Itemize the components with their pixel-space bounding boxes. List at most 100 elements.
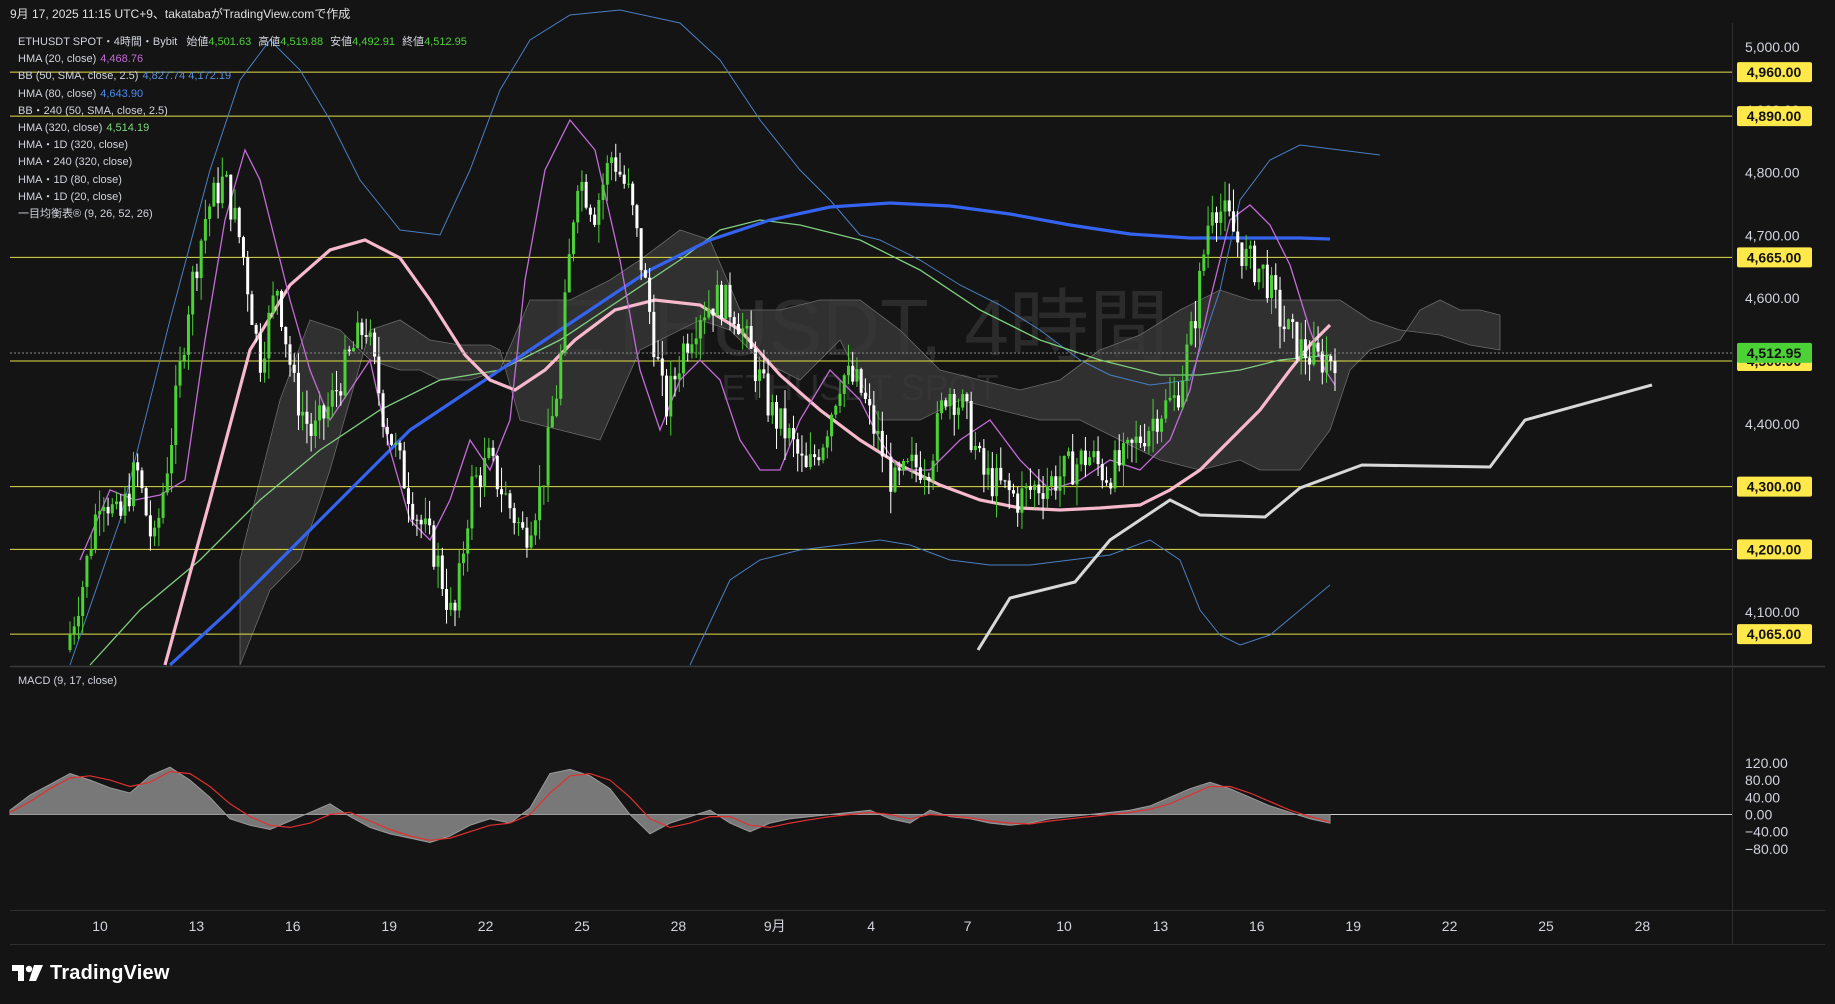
candle-down xyxy=(665,375,669,417)
indicator-label: HMA (80, close) xyxy=(18,87,97,100)
candle-up xyxy=(605,163,609,185)
candle-down xyxy=(1083,450,1087,466)
candle-up xyxy=(758,369,762,381)
candle-down xyxy=(144,488,148,516)
candle-up xyxy=(174,385,178,446)
legend-indicator-row[interactable]: HMA (80, close) 4,643.90 xyxy=(18,86,467,103)
candle-down xyxy=(1041,493,1045,499)
legend-indicator-row[interactable]: HMA (20, close) 4,468.76 xyxy=(18,51,467,68)
time-tick-label: 9月 xyxy=(764,918,786,934)
indicator-label: HMA (320, close) xyxy=(18,122,103,135)
candle-down xyxy=(1320,351,1324,373)
candle-down xyxy=(1227,200,1231,212)
candle-down xyxy=(1028,485,1032,490)
legend-indicator-row[interactable]: HMA・1D (320, close) xyxy=(18,137,467,154)
time-tick-label: 4 xyxy=(867,918,875,934)
candle-down xyxy=(1143,443,1147,447)
candle-up xyxy=(76,616,80,627)
candle-down xyxy=(106,506,110,514)
legend-indicator-row[interactable]: HMA・1D (20, close) xyxy=(18,189,467,206)
legend-indicator-row[interactable]: HMA・240 (320, close) xyxy=(18,154,467,171)
price-tick-label: 4,600.00 xyxy=(1745,290,1800,306)
candle-down xyxy=(364,335,368,337)
candle-down xyxy=(381,393,385,427)
candle-up xyxy=(1058,476,1062,491)
candle-down xyxy=(241,237,245,258)
candle-down xyxy=(791,428,795,440)
candle-up xyxy=(940,400,944,414)
candle-down xyxy=(1105,480,1109,483)
candle-up xyxy=(995,467,999,497)
candle-down xyxy=(588,207,592,215)
macd-legend-label[interactable]: MACD (9, 17, close) xyxy=(18,675,117,687)
candle-down xyxy=(335,390,339,392)
tradingview-brand[interactable]: TradingView xyxy=(12,962,170,985)
candle-up xyxy=(563,292,567,353)
candle-up xyxy=(461,553,465,564)
candle-up xyxy=(504,493,508,495)
candle-up xyxy=(423,518,427,525)
candle-up xyxy=(102,506,106,512)
candle-down xyxy=(813,454,817,458)
tradingview-logo-icon xyxy=(12,964,43,981)
candle-up xyxy=(1147,430,1151,447)
candle-up xyxy=(1172,395,1176,398)
price-tick-label: 4,400.00 xyxy=(1745,416,1800,432)
candle-up xyxy=(698,320,702,339)
candle-down xyxy=(631,183,635,206)
candle-down xyxy=(880,430,884,457)
candle-down xyxy=(140,470,144,489)
candle-up xyxy=(1050,476,1054,486)
candle-up xyxy=(115,501,119,505)
candle-down xyxy=(1291,319,1295,322)
candle-up xyxy=(1168,397,1172,401)
candle-up xyxy=(834,405,838,415)
candle-down xyxy=(360,322,364,336)
candle-down xyxy=(1100,464,1104,481)
candle-down xyxy=(1109,482,1113,489)
candle-up xyxy=(842,375,846,394)
legend-indicator-row[interactable]: BB (50, SMA, close, 2.5) 4,827.74 4,172.1… xyxy=(18,68,467,85)
candle-down xyxy=(1193,321,1197,329)
candle-up xyxy=(1181,380,1185,408)
indicator-legend: ETHUSDT SPOT・4時間・Bybit 始値4,501.63 高値4,51… xyxy=(18,34,467,223)
candle-down xyxy=(762,369,766,374)
candle-down xyxy=(195,271,199,279)
candle-up xyxy=(110,504,114,514)
candle-up xyxy=(516,522,520,524)
candle-down xyxy=(508,493,512,509)
candle-down xyxy=(885,456,889,458)
ohlc-row: ETHUSDT SPOT・4時間・Bybit 始値4,501.63 高値4,51… xyxy=(18,34,467,51)
candle-down xyxy=(982,448,986,475)
time-tick-label: 10 xyxy=(92,918,108,934)
candle-down xyxy=(1138,436,1142,444)
candle-down xyxy=(1071,451,1075,485)
macd-tick-label: 40.00 xyxy=(1745,789,1780,805)
candle-up xyxy=(98,511,102,515)
candle-up xyxy=(191,271,195,315)
candle-down xyxy=(1282,326,1286,330)
candle-up xyxy=(271,295,275,313)
candle-down xyxy=(648,277,652,312)
candle-up xyxy=(1066,451,1070,457)
candle-down xyxy=(1011,490,1015,494)
candle-up xyxy=(825,436,829,448)
candle-down xyxy=(673,375,677,380)
candle-down xyxy=(339,391,343,396)
open-value: 4,501.63 xyxy=(208,36,252,48)
legend-indicator-row[interactable]: 一目均衡表® (9, 26, 52, 26) xyxy=(18,206,467,223)
macd-panel xyxy=(10,668,1732,910)
candle-up xyxy=(787,428,791,439)
candle-up xyxy=(550,416,554,428)
legend-indicator-row[interactable]: HMA・1D (80, close) xyxy=(18,172,467,189)
candle-down xyxy=(639,228,643,271)
symbol-label[interactable]: ETHUSDT SPOT・4時間・Bybit xyxy=(18,36,177,48)
legend-indicator-row[interactable]: BB・240 (50, SMA, close, 2.5) xyxy=(18,103,467,120)
legend-indicator-row[interactable]: HMA (320, close) 4,514.19 xyxy=(18,120,467,137)
macd-tick-label: −40.00 xyxy=(1745,824,1788,840)
price-tick-label: 5,000.00 xyxy=(1745,39,1800,55)
candle-up xyxy=(1219,211,1223,223)
candle-down xyxy=(415,519,419,521)
candle-up xyxy=(1210,212,1214,226)
candle-down xyxy=(1155,418,1159,432)
